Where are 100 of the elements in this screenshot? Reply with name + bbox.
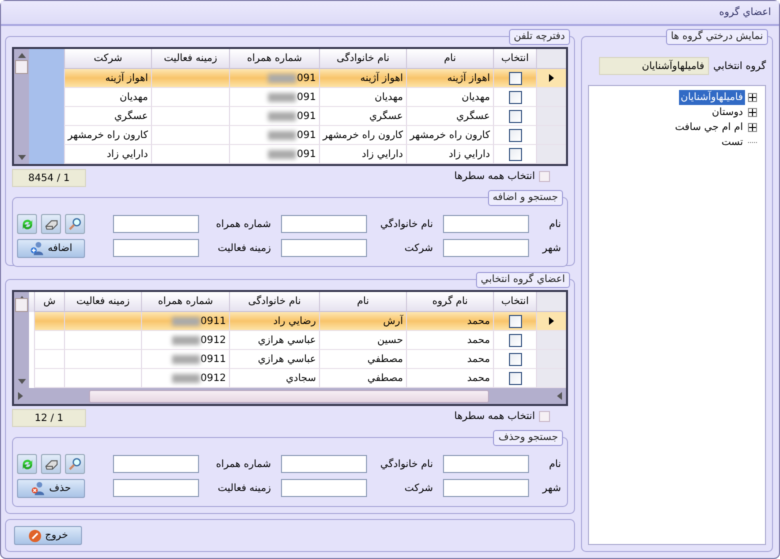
field-label: نام خانوادگي xyxy=(379,457,433,472)
scroll-thumb[interactable] xyxy=(15,60,28,74)
exit-icon xyxy=(28,528,42,542)
table-cell: محمد xyxy=(406,350,493,369)
selected-group-display: فاميلهاوآشنايان xyxy=(599,57,710,75)
row-checkbox[interactable] xyxy=(508,372,522,384)
input-field[interactable] xyxy=(113,239,199,257)
row-checkbox[interactable] xyxy=(508,352,522,366)
input-field[interactable] xyxy=(281,479,367,497)
corner-cell xyxy=(536,49,566,69)
row-checkbox[interactable] xyxy=(508,128,522,142)
field-label: زمينه فعاليت xyxy=(216,482,271,496)
row-checkbox[interactable] xyxy=(508,72,522,84)
table-cell: كارون راه خرمشهر xyxy=(319,126,406,145)
table-cell: دارايي زاد xyxy=(319,145,406,164)
table-cell: عباسي هرازي xyxy=(229,350,319,369)
redacted-mark xyxy=(268,130,296,140)
table-cell: حسين xyxy=(319,331,406,350)
row-checkbox[interactable] xyxy=(508,314,522,328)
row-pointer-icon xyxy=(549,317,554,325)
table-cell: محمد xyxy=(406,331,493,350)
input-field[interactable] xyxy=(443,239,529,257)
group-title: جستجو و اضافه xyxy=(488,190,563,206)
action-button[interactable]: حذف xyxy=(17,478,85,498)
horizontal-scrollbar[interactable] xyxy=(14,388,566,404)
search-icon xyxy=(68,457,82,471)
scroll-thumb[interactable] xyxy=(89,390,489,402)
input-field[interactable] xyxy=(113,215,199,233)
exit-button[interactable]: خروج xyxy=(14,526,82,545)
record-counter: 1 / 12 xyxy=(12,409,86,427)
table-cell: دارايي زاد xyxy=(406,145,493,164)
checkbox-label: انتخاب همه سطرها xyxy=(454,170,535,184)
input-field[interactable] xyxy=(281,239,367,257)
field-label: شماره همراه xyxy=(214,218,271,232)
input-field[interactable] xyxy=(443,479,529,497)
field-label: شرکت xyxy=(404,482,433,496)
checkbox[interactable] xyxy=(539,171,550,182)
table-cell-text: 091 xyxy=(296,90,316,104)
table-cell: عباسي هرازي xyxy=(229,331,319,350)
table-cell-text: 0911 xyxy=(200,352,226,366)
table-cell: مهديان xyxy=(406,88,493,107)
table-cell: عسگري xyxy=(319,107,406,126)
table-cell: اهواز آژينه xyxy=(64,69,151,88)
field-label: گروه انتخابي xyxy=(713,59,766,74)
checkbox-label: انتخاب همه سطرها xyxy=(454,410,535,424)
checkbox[interactable] xyxy=(539,411,550,422)
input-field[interactable] xyxy=(281,215,367,233)
table-cell: كارون راه خرمشهر xyxy=(406,126,493,145)
clear-button[interactable] xyxy=(41,454,61,474)
redacted-mark xyxy=(172,316,200,326)
tree-item[interactable]: ام ام جي سافت xyxy=(672,120,745,135)
window-title: اعضاي گروه xyxy=(1,1,779,26)
remove-user-icon xyxy=(31,480,46,496)
record-counter: 1 / 8454 xyxy=(12,169,86,187)
tree-item[interactable]: دوستان xyxy=(710,105,745,120)
tree-item[interactable]: فاميلهاوآشنايان xyxy=(678,90,745,105)
input-field[interactable] xyxy=(113,479,199,497)
field-label: شهر xyxy=(541,482,561,496)
empty-grid-area xyxy=(29,145,64,164)
refresh-button[interactable] xyxy=(17,214,37,234)
group-title: نمايش درختي گروه ها xyxy=(666,29,768,45)
refresh-button[interactable] xyxy=(17,454,37,474)
table-cell: محمد xyxy=(406,312,493,331)
field-label: شرکت xyxy=(404,242,433,256)
table-cell-text: 091 xyxy=(296,128,316,142)
field-label: نام xyxy=(548,218,561,232)
field-label: نام xyxy=(548,458,561,472)
search-button[interactable] xyxy=(65,454,85,474)
row-checkbox[interactable] xyxy=(508,334,522,346)
redacted-mark xyxy=(172,336,200,344)
row-checkbox[interactable] xyxy=(508,110,522,122)
search-button[interactable] xyxy=(65,214,85,234)
input-field[interactable] xyxy=(281,455,367,473)
table-cell-text: 0912 xyxy=(200,334,226,348)
group-title: جستجو وحذف xyxy=(493,430,563,446)
clear-button[interactable] xyxy=(41,214,61,234)
expand-icon[interactable] xyxy=(748,108,757,117)
table-cell: عسگري xyxy=(406,107,493,126)
action-button[interactable]: اضافه xyxy=(17,238,85,258)
input-field[interactable] xyxy=(113,455,199,473)
table-cell: اهواز آژينه xyxy=(319,69,406,88)
group-title: دفترچه تلفن xyxy=(508,29,570,45)
input-field[interactable] xyxy=(443,215,529,233)
vertical-scrollbar[interactable] xyxy=(14,292,29,388)
vertical-scrollbar[interactable] xyxy=(14,49,29,164)
field-label: شهر xyxy=(541,242,561,256)
table-cell: مهديان xyxy=(319,88,406,107)
scroll-thumb[interactable] xyxy=(15,298,28,312)
table-cell-text: 0912 xyxy=(200,372,226,386)
input-field[interactable] xyxy=(443,455,529,473)
tree-item[interactable]: تست xyxy=(719,135,745,150)
row-checkbox[interactable] xyxy=(508,148,522,160)
table-cell: مصطفي xyxy=(319,350,406,369)
table-cell-text: 091 xyxy=(296,110,316,124)
expand-icon[interactable] xyxy=(748,123,757,132)
redacted-mark xyxy=(268,150,296,158)
expand-icon[interactable] xyxy=(748,93,757,102)
search-icon xyxy=(68,217,82,231)
redacted-mark xyxy=(268,74,296,82)
row-checkbox[interactable] xyxy=(508,90,522,104)
